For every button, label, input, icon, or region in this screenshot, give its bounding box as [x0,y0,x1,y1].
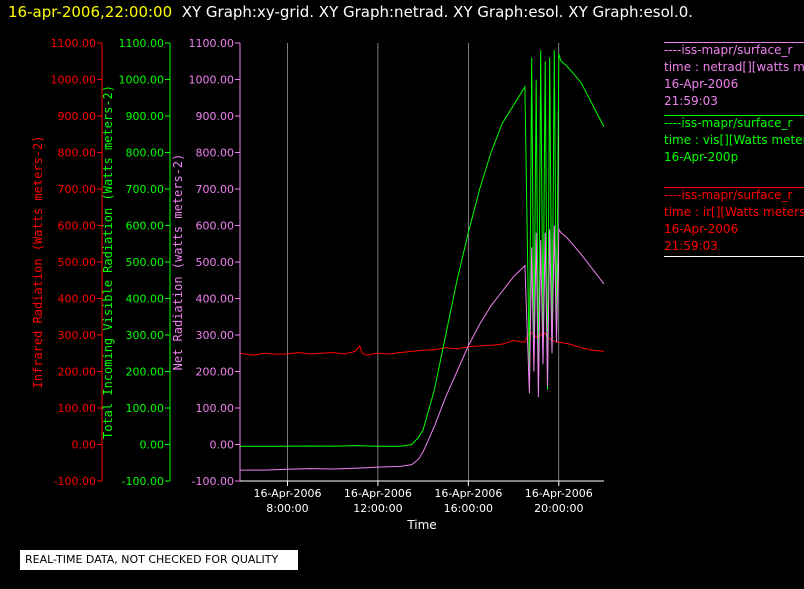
x-tick-label-time: 12:00:00 [353,502,402,515]
y-tick-label-netrad: 100.00 [196,402,235,415]
legend-entry-text: time : vis[][Watts meters [664,133,804,147]
y-axis-title-vis: Total Incoming Visible Radiation (Watts … [101,85,115,439]
y-tick-label-ir: 500.00 [58,256,97,269]
y-tick-label-ir: 1100.00 [51,37,97,50]
y-tick-label-netrad: 0.00 [210,439,235,452]
y-tick-label-ir: 800.00 [58,147,97,160]
y-tick-label-ir: 400.00 [58,293,97,306]
axes: 1100.00 1000.00 900.00 800.00 700.00 600.00 50… [31,37,604,532]
y-tick-label-ir: 0.00 [72,439,97,452]
y-tick-label-netrad: -100.00 [192,475,234,488]
y-tick-label-netrad: 1100.00 [189,37,235,50]
quality-disclaimer: REAL-TIME DATA, NOT CHECKED FOR QUALITY [20,550,298,570]
y-tick-label-vis: 400.00 [126,293,165,306]
legend-entry-text: time : netrad[][watts me [664,60,804,74]
series-line-ir [239,330,605,356]
x-axis-title: Time [406,518,436,532]
legend-entry-text: time : ir[][Watts meters [664,205,804,219]
legend-entry-text: 16-Apr-2006 [664,222,739,236]
y-tick-label-netrad: 400.00 [196,293,235,306]
y-tick-label-vis: 500.00 [126,256,165,269]
grid [287,43,560,481]
y-tick-label-netrad: 200.00 [196,366,235,379]
legend-end-divider [664,256,804,257]
legend-entry-text: 16-Apr-2006 [664,77,739,91]
legend-entry-text: ----iss-mapr/surface_r [664,188,793,202]
y-tick-label-vis: 1100.00 [119,37,165,50]
y-tick-label-netrad: 900.00 [196,110,235,123]
series-line-netrad [240,225,605,471]
y-tick-label-ir: 100.00 [58,402,97,415]
y-tick-label-ir: -100.00 [54,475,96,488]
y-tick-label-ir: 200.00 [58,366,97,379]
series-group [239,50,605,471]
y-tick-label-netrad: 1000.00 [189,74,235,87]
y-tick-label-vis: 700.00 [126,183,165,196]
x-tick-label-time: 20:00:00 [534,502,583,515]
x-tick-label-time: 16:00:00 [444,502,493,515]
page-header: 16-apr-2006,22:00:00 XY Graph:xy-grid. X… [8,3,693,21]
y-tick-label-ir: 300.00 [58,329,97,342]
header-date: 16-apr-2006,22:00:00 [8,3,173,21]
x-tick-label-date: 16-Apr-2006 [344,487,412,500]
y-tick-label-vis: 100.00 [126,402,165,415]
x-tick-label-time: 8:00:00 [266,502,308,515]
y-tick-label-netrad: 800.00 [196,147,235,160]
y-tick-label-netrad: 300.00 [196,329,235,342]
y-tick-label-vis: 300.00 [126,329,165,342]
y-tick-label-ir: 1000.00 [51,74,97,87]
legend-entry-text: 21:59:03 [664,239,718,253]
y-tick-label-vis: 1000.00 [119,74,165,87]
x-tick-label-date: 16-Apr-2006 [253,487,321,500]
y-tick-label-vis: 800.00 [126,147,165,160]
y-tick-label-netrad: 700.00 [196,183,235,196]
y-tick-label-netrad: 500.00 [196,256,235,269]
x-tick-label-date: 16-Apr-2006 [434,487,502,500]
y-tick-label-vis: 200.00 [126,366,165,379]
y-tick-label-vis: 0.00 [140,439,165,452]
y-axis-title-netrad: Net Radiation (watts meters-2) [171,154,185,371]
y-tick-label-ir: 600.00 [58,220,97,233]
y-axis-title-ir: Infrared Radiation (Watts meters-2) [31,136,45,389]
legend-entry-text: ----iss-mapr/surface_r [664,116,793,130]
legend-entry-text: 16-Apr-200p [664,150,739,164]
y-tick-label-vis: 900.00 [126,110,165,123]
legend-entry-text: ----iss-mapr/surface_r [664,43,793,57]
y-tick-label-vis: 600.00 [126,220,165,233]
header-graphs: XY Graph:xy-grid. XY Graph:netrad. XY Gr… [181,3,694,21]
y-tick-label-vis: -100.00 [122,475,164,488]
x-tick-label-date: 16-Apr-2006 [525,487,593,500]
y-tick-label-netrad: 600.00 [196,220,235,233]
y-tick-label-ir: 900.00 [58,110,97,123]
legend-entry-text: 21:59:03 [664,94,718,108]
y-tick-label-ir: 700.00 [58,183,97,196]
